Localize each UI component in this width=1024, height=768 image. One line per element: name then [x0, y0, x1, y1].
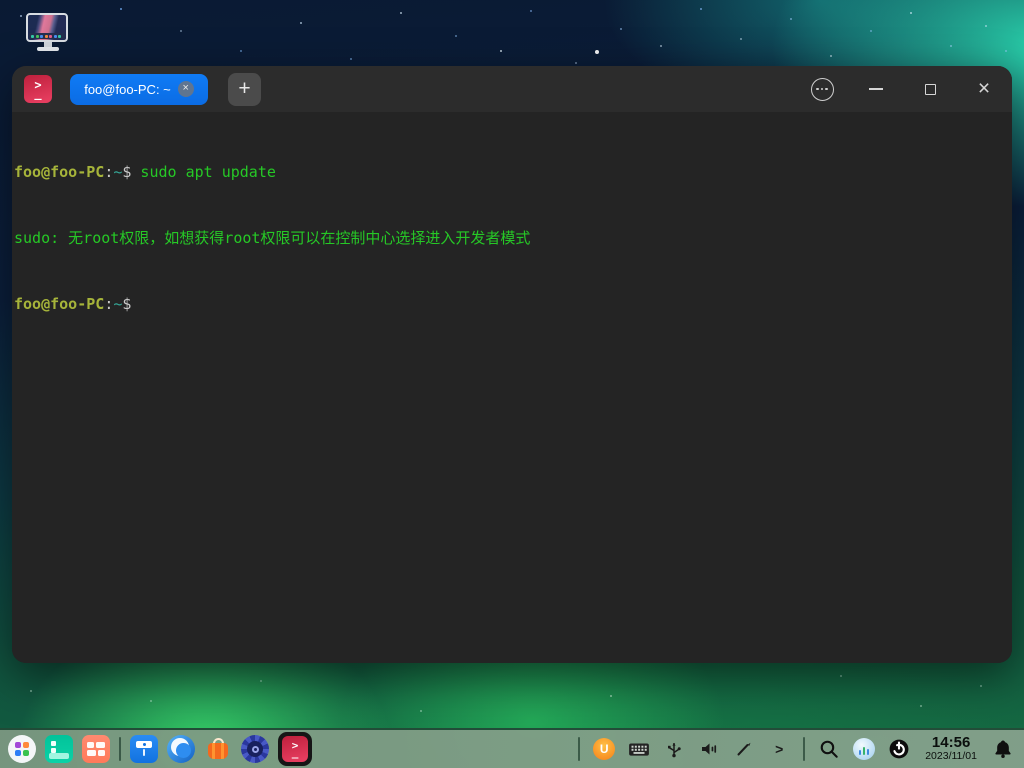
bell-icon[interactable] [992, 738, 1014, 760]
window-controls: × [810, 77, 996, 101]
command-output: sudo: 无root权限，如想获得root权限可以在控制中心选择进入开发者模式 [14, 229, 530, 247]
clock-date: 2023/11/01 [925, 751, 977, 763]
minimize-icon [869, 88, 883, 90]
globe-icon[interactable] [853, 738, 875, 760]
volume-icon[interactable] [698, 738, 720, 760]
teal-window-icon[interactable] [45, 735, 73, 763]
computer-stand-base [37, 47, 59, 51]
maximize-button[interactable] [918, 77, 942, 101]
terminal-line: sudo: 无root权限，如想获得root权限可以在控制中心选择进入开发者模式 [14, 227, 1004, 249]
prompt-user-host: foo@foo-PC [14, 163, 104, 181]
file-manager-icon[interactable] [130, 735, 158, 763]
desktop-computer-icon[interactable] [26, 13, 70, 53]
new-tab-button[interactable]: + [228, 73, 261, 106]
typed-command: sudo apt update [131, 163, 276, 181]
browser-icon[interactable] [167, 735, 195, 763]
desktop-wallpaper: > _ foo@foo-PC: ~ × + × foo@foo-PC:~$ su… [0, 0, 1024, 768]
terminal-app-icon: > _ [24, 75, 52, 103]
clock-time: 14:56 [932, 735, 970, 752]
computer-mini-dock [29, 33, 65, 39]
terminal-line: foo@foo-PC:~$ [14, 293, 1004, 315]
terminal-window: > _ foo@foo-PC: ~ × + × foo@foo-PC:~$ su… [12, 66, 1012, 663]
terminal-line: foo@foo-PC:~$ sudo apt update [14, 161, 1004, 183]
pen-icon[interactable] [733, 738, 755, 760]
dock-terminal-icon-active[interactable]: > _ [278, 732, 312, 766]
search-icon[interactable] [818, 738, 840, 760]
prompt-user-host: foo@foo-PC [14, 295, 104, 313]
tray-expand-chevron-icon[interactable]: > [768, 738, 790, 760]
orange-grid-icon[interactable] [82, 735, 110, 763]
clock[interactable]: 14:56 2023/11/01 [925, 735, 977, 763]
tray-separator [578, 737, 580, 761]
terminal-tab[interactable]: foo@foo-PC: ~ × [70, 74, 208, 105]
launcher-dots [15, 742, 29, 756]
app-store-icon[interactable] [204, 735, 232, 763]
taskbar: > _ U [0, 728, 1024, 768]
close-button[interactable]: × [972, 77, 996, 101]
star-field [0, 0, 2, 2]
union-id-icon[interactable]: U [593, 738, 615, 760]
security-center-icon[interactable] [241, 735, 269, 763]
system-tray: U [578, 735, 1014, 763]
union-id-glyph: U [593, 738, 615, 760]
terminal-output-area[interactable]: foo@foo-PC:~$ sudo apt update sudo: 无roo… [12, 112, 1012, 663]
terminal-tab-title: foo@foo-PC: ~ [84, 82, 171, 97]
minimize-button[interactable] [864, 77, 888, 101]
dock-separator [119, 737, 121, 761]
power-icon[interactable] [888, 738, 910, 760]
computer-monitor-screen [26, 13, 68, 42]
terminal-titlebar[interactable]: > _ foo@foo-PC: ~ × + × [12, 66, 1012, 112]
keyboard-icon[interactable] [628, 738, 650, 760]
menu-button[interactable] [810, 77, 834, 101]
tray-separator [803, 737, 805, 761]
maximize-icon [925, 84, 936, 95]
menu-icon [811, 78, 834, 101]
dock-app-icons: > _ [8, 732, 312, 766]
launcher-icon[interactable] [8, 735, 36, 763]
tab-close-icon[interactable]: × [178, 81, 194, 97]
usb-icon[interactable] [663, 738, 685, 760]
terminal-icon: > _ [282, 736, 308, 762]
